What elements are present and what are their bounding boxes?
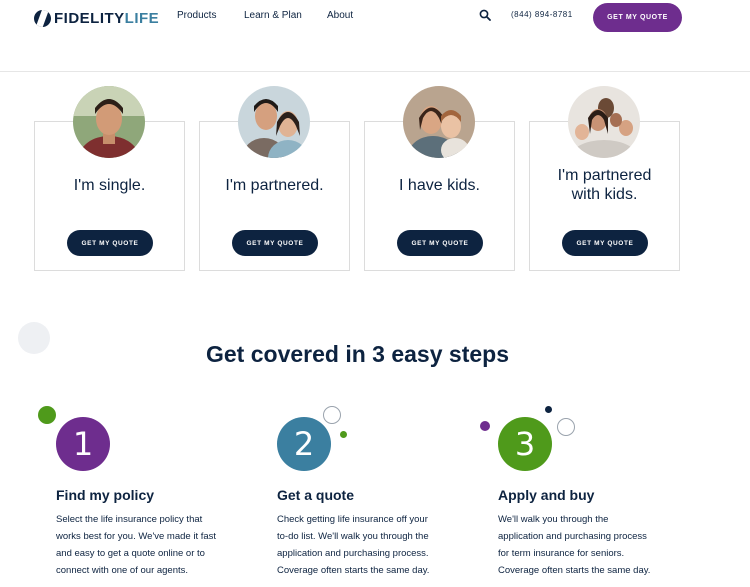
step-desc-line: for term insurance for seniors. bbox=[498, 548, 625, 559]
phone-number[interactable]: (844) 894-8781 bbox=[511, 10, 573, 19]
step-desc-line: Check getting life insurance off your bbox=[277, 514, 428, 525]
nav-about[interactable]: About bbox=[327, 10, 353, 21]
avatar-parent-with-kids bbox=[403, 86, 475, 158]
decorative-ring bbox=[323, 406, 341, 424]
step-desc-line: Coverage often starts the same day. bbox=[498, 565, 651, 576]
logo-mark-icon bbox=[34, 9, 51, 27]
persona-label: with kids. bbox=[571, 186, 638, 203]
step-1-description: Select the life insurance policy that wo… bbox=[56, 511, 226, 579]
step-desc-line: and easy to get a quote online or to bbox=[56, 548, 205, 559]
step-desc-line: connect with one of our agents. bbox=[56, 565, 189, 576]
search-icon[interactable] bbox=[479, 9, 491, 21]
steps-section-title: Get covered in 3 easy steps bbox=[206, 341, 509, 367]
nav-learn-and-plan[interactable]: Learn & Plan bbox=[244, 10, 302, 21]
decorative-ring bbox=[557, 418, 575, 436]
nav-products[interactable]: Products bbox=[177, 10, 216, 21]
step-1-number-badge: 1 bbox=[56, 417, 110, 471]
avatar-couple bbox=[238, 86, 310, 158]
step-desc-line: Coverage often starts the same day. bbox=[277, 565, 430, 576]
persona-label: I'm single. bbox=[73, 177, 146, 194]
step-3-number-badge: 3 bbox=[498, 417, 552, 471]
logo-text-life: LIFE bbox=[124, 9, 160, 27]
persona-label: I have kids. bbox=[399, 177, 480, 194]
decorative-dot bbox=[38, 406, 56, 424]
avatar-family bbox=[568, 86, 640, 158]
step-desc-line: to-do list. We'll walk you through the bbox=[277, 531, 429, 542]
step-1-title: Find my policy bbox=[56, 487, 155, 503]
persona-get-my-quote-button[interactable]: GET MY QUOTE bbox=[67, 230, 153, 256]
avatar-single-person bbox=[73, 86, 145, 158]
site-header: FIDELITY LIFE Products Learn & Plan Abou… bbox=[0, 0, 750, 72]
persona-label: I'm partnered bbox=[557, 167, 652, 184]
persona-label: I'm partnered. bbox=[225, 177, 324, 194]
step-2-description: Check getting life insurance off your to… bbox=[277, 511, 447, 579]
persona-get-my-quote-button[interactable]: GET MY QUOTE bbox=[397, 230, 483, 256]
step-3-title: Apply and buy bbox=[498, 487, 595, 503]
step-2-number-badge: 2 bbox=[277, 417, 331, 471]
step-desc-line: We'll walk you through the bbox=[498, 514, 609, 525]
persona-get-my-quote-button[interactable]: GET MY QUOTE bbox=[232, 230, 318, 256]
step-2-title: Get a quote bbox=[277, 487, 355, 503]
header-get-my-quote-button[interactable]: GET MY QUOTE bbox=[593, 3, 682, 32]
step-desc-line: works best for you. We've made it fast bbox=[56, 531, 217, 542]
persona-get-my-quote-button[interactable]: GET MY QUOTE bbox=[562, 230, 648, 256]
logo-text-fidelity: FIDELITY bbox=[54, 9, 125, 27]
step-desc-line: application and purchasing process. bbox=[277, 548, 429, 559]
fidelity-life-logo[interactable]: FIDELITY LIFE bbox=[34, 8, 159, 28]
decorative-dot bbox=[340, 431, 347, 438]
step-3-description: We'll walk you through the application a… bbox=[498, 511, 668, 579]
decorative-dot bbox=[545, 406, 552, 413]
decorative-dot bbox=[480, 421, 490, 431]
step-desc-line: application and purchasing process bbox=[498, 531, 647, 542]
step-desc-line: Select the life insurance policy that bbox=[56, 514, 203, 525]
